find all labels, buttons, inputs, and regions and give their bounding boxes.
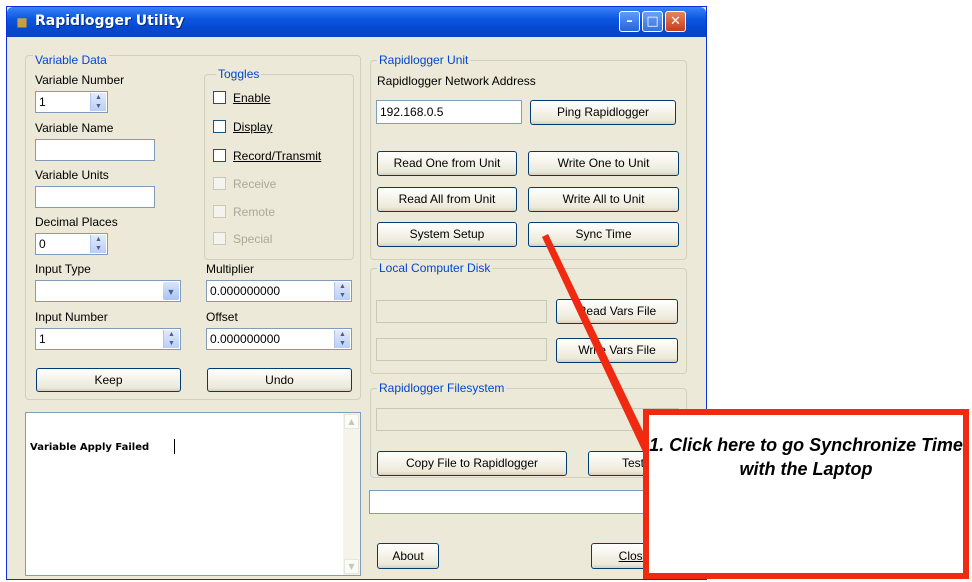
annotation-arrow-shaft: [542, 234, 653, 456]
annotation-callout: 1. Click here to go Synchronize Time wit…: [643, 409, 969, 579]
annotation-text: 1. Click here to go Synchronize Time wit…: [649, 435, 963, 479]
